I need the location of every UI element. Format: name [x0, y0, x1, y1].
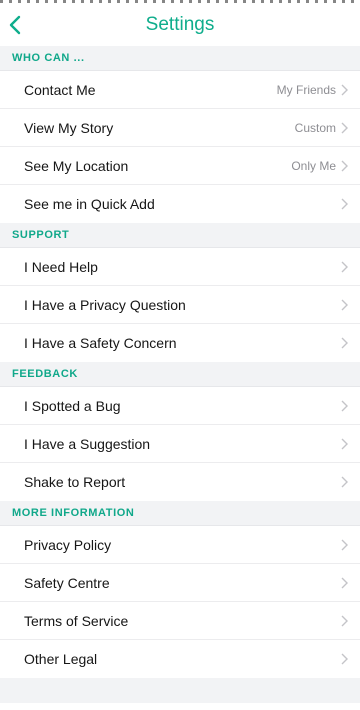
settings-list: WHO CAN ... Contact Me My Friends View M…	[0, 46, 360, 703]
row-label: Safety Centre	[24, 574, 110, 591]
row-label: Shake to Report	[24, 474, 126, 490]
settings-row-contact-me[interactable]: Contact Me My Friends	[0, 71, 360, 109]
chevron-right-icon	[340, 260, 348, 274]
row-label: View My Story	[24, 119, 114, 136]
settings-row-view-my-story[interactable]: View My Story Custom	[0, 109, 360, 147]
chevron-right-icon	[340, 576, 348, 590]
settings-row-shake-to-report[interactable]: Shake to Report	[0, 463, 360, 501]
chevron-right-icon	[340, 197, 348, 211]
navigation-bar: Settings	[0, 4, 360, 46]
settings-row-privacy-question[interactable]: I Have a Privacy Question	[0, 286, 360, 324]
row-label: I Need Help	[24, 258, 98, 275]
row-value: Only Me	[291, 158, 336, 173]
row-label: I Have a Suggestion	[24, 435, 151, 452]
settings-row-suggestion[interactable]: I Have a Suggestion	[0, 425, 360, 463]
status-bar-remnant	[0, 0, 360, 3]
section-header-more-information: MORE INFORMATION	[0, 501, 360, 526]
section-header-feedback: FEEDBACK	[0, 362, 360, 387]
chevron-right-icon	[340, 538, 348, 552]
settings-row-safety-concern[interactable]: I Have a Safety Concern	[0, 324, 360, 362]
chevron-left-icon	[9, 15, 21, 35]
chevron-right-icon	[340, 437, 348, 451]
chevron-right-icon	[340, 159, 348, 173]
row-value: Custom	[294, 120, 336, 135]
settings-row-see-my-location[interactable]: See My Location Only Me	[0, 147, 360, 185]
settings-row-terms-of-service[interactable]: Terms of Service	[0, 602, 360, 640]
chevron-right-icon	[340, 336, 348, 350]
section-header-partial	[0, 678, 360, 703]
row-label: Contact Me	[24, 81, 96, 98]
row-label: Other Legal	[24, 651, 98, 667]
settings-row-safety-centre[interactable]: Safety Centre	[0, 564, 360, 602]
settings-row-need-help[interactable]: I Need Help	[0, 248, 360, 286]
row-label: See me in Quick Add	[24, 196, 155, 212]
settings-screen: Settings WHO CAN ... Contact Me My Frien…	[0, 0, 360, 710]
chevron-right-icon	[340, 399, 348, 413]
section-header-support: SUPPORT	[0, 223, 360, 248]
row-label: Terms of Service	[24, 612, 129, 629]
settings-row-quick-add[interactable]: See me in Quick Add	[0, 185, 360, 223]
chevron-right-icon	[340, 121, 348, 135]
row-label: See My Location	[24, 157, 129, 174]
section-header-who-can: WHO CAN ...	[0, 46, 360, 71]
row-label: Privacy Policy	[24, 536, 112, 553]
settings-row-other-legal[interactable]: Other Legal	[0, 640, 360, 678]
row-label: I Spotted a Bug	[24, 397, 121, 414]
chevron-right-icon	[340, 652, 348, 666]
settings-row-spotted-bug[interactable]: I Spotted a Bug	[0, 387, 360, 425]
chevron-right-icon	[340, 614, 348, 628]
back-button[interactable]	[0, 4, 56, 46]
settings-row-privacy-policy[interactable]: Privacy Policy	[0, 526, 360, 564]
row-value: My Friends	[276, 82, 336, 97]
row-label: I Have a Safety Concern	[24, 335, 177, 351]
chevron-right-icon	[340, 83, 348, 97]
chevron-right-icon	[340, 475, 348, 489]
row-label: I Have a Privacy Question	[24, 296, 186, 313]
chevron-right-icon	[340, 298, 348, 312]
